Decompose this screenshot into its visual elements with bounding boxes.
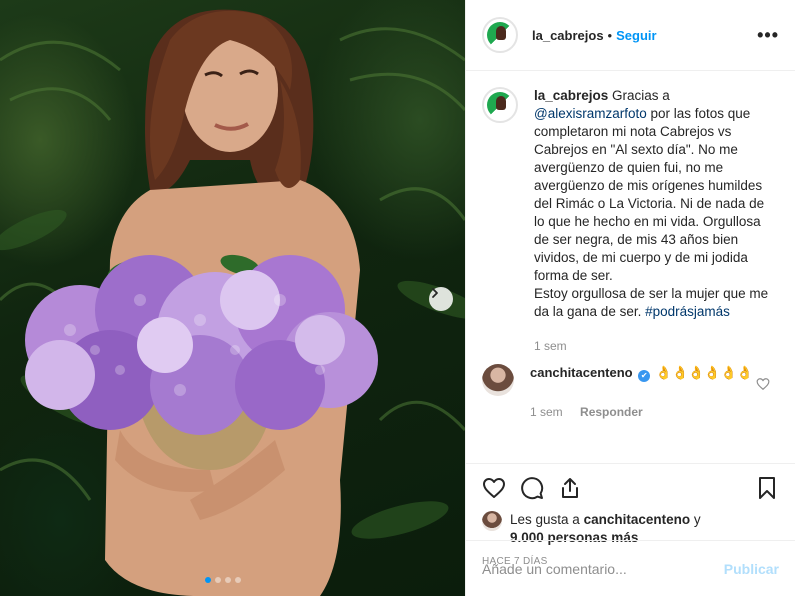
post-details-panel: la_cabrejos • Seguir ••• la_cabrejos Gra… [465, 0, 795, 596]
carousel-indicator [205, 577, 241, 583]
bookmark-icon[interactable] [755, 476, 779, 500]
comment-content: 👌👌👌👌👌👌 [652, 365, 753, 380]
carousel-dot [225, 577, 231, 583]
share-icon[interactable] [558, 476, 582, 500]
author-avatar[interactable] [482, 17, 518, 53]
action-icons [482, 464, 779, 511]
comments-section: la_cabrejos Gracias a @alexisramzarfoto … [466, 71, 795, 463]
verified-badge-icon: ✔ [638, 370, 651, 382]
heart-icon[interactable] [482, 476, 506, 500]
comment-item: canchitacenteno ✔ 👌👌👌👌👌👌 [482, 364, 779, 396]
commenter-avatar[interactable] [482, 364, 514, 396]
publish-button[interactable]: Publicar [724, 561, 779, 577]
commenter-username[interactable]: canchitacenteno [530, 365, 633, 380]
liker-username[interactable]: canchitacenteno [584, 512, 691, 527]
author-username[interactable]: la_cabrejos [532, 28, 604, 43]
header-separator: • [607, 27, 613, 43]
caption-mention-link[interactable]: @alexisramzarfoto [534, 106, 647, 121]
comment-meta: 1 sem Responder [530, 405, 779, 419]
likes-middle: y [690, 512, 701, 527]
reply-button[interactable]: Responder [580, 405, 643, 419]
liker-avatar[interactable] [482, 511, 502, 531]
caption: la_cabrejos Gracias a @alexisramzarfoto … [482, 87, 779, 355]
more-options-icon[interactable]: ••• [757, 25, 779, 46]
like-comment-heart-icon[interactable] [756, 377, 770, 391]
caption-text-part1: Gracias a [608, 88, 670, 103]
follow-button[interactable]: Seguir [616, 28, 656, 43]
add-comment-bar: Publicar [466, 540, 795, 596]
chevron-right-icon [432, 288, 438, 298]
carousel-dot [235, 577, 241, 583]
caption-username[interactable]: la_cabrejos [534, 88, 608, 103]
likes-prefix: Les gusta a [510, 512, 584, 527]
caption-text-part2: por las fotos que completaron mi nota Ca… [534, 106, 765, 283]
caption-text: la_cabrejos Gracias a @alexisramzarfoto … [534, 87, 774, 355]
photo-illustration [0, 9, 465, 596]
instagram-post: la_cabrejos • Seguir ••• la_cabrejos Gra… [0, 0, 795, 596]
caption-hashtag-link[interactable]: #podrásjamás [645, 304, 730, 319]
carousel-dot [215, 577, 221, 583]
comment-text: canchitacenteno ✔ 👌👌👌👌👌👌 [530, 365, 753, 396]
post-header: la_cabrejos • Seguir ••• [466, 0, 795, 71]
caption-time: 1 sem [534, 339, 567, 353]
comment-time: 1 sem [530, 405, 563, 419]
comment-input[interactable] [482, 560, 724, 577]
post-photo[interactable] [0, 0, 465, 596]
comment-icon[interactable] [520, 476, 544, 500]
carousel-next-button[interactable] [429, 287, 453, 311]
carousel-dot [205, 577, 211, 583]
caption-avatar[interactable] [482, 87, 518, 123]
